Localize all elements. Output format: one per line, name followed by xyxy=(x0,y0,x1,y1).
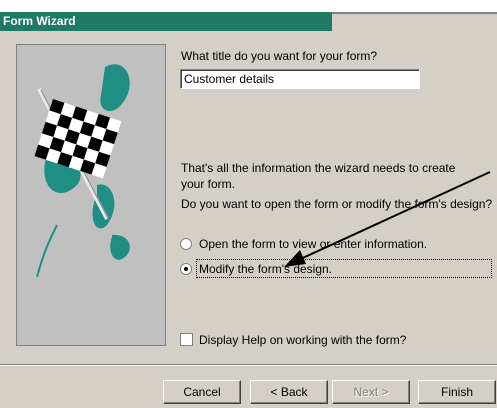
finish-button[interactable]: Finish xyxy=(418,380,496,404)
wizard-picture xyxy=(16,44,166,346)
title-question: What title do you want for your form? xyxy=(181,49,378,63)
form-wizard-window: Form Wizard What title do you want for y… xyxy=(0,0,497,408)
next-button[interactable]: Next > xyxy=(332,380,410,404)
back-button[interactable]: < Back xyxy=(250,380,328,404)
button-separator xyxy=(0,364,497,366)
help-checkbox-label[interactable]: Display Help on working with the form? xyxy=(199,333,406,347)
title-bar-edge xyxy=(332,12,497,14)
open-form-radio[interactable] xyxy=(180,238,192,250)
arrow-annotation xyxy=(284,171,491,267)
cancel-button[interactable]: Cancel xyxy=(163,380,241,404)
title-bar: Form Wizard xyxy=(0,12,332,31)
top-margin xyxy=(0,0,497,12)
modify-design-radio[interactable] xyxy=(180,263,192,275)
form-title-input[interactable] xyxy=(180,69,420,89)
help-checkbox[interactable] xyxy=(180,333,193,346)
checkered-flag-icon xyxy=(34,64,130,278)
